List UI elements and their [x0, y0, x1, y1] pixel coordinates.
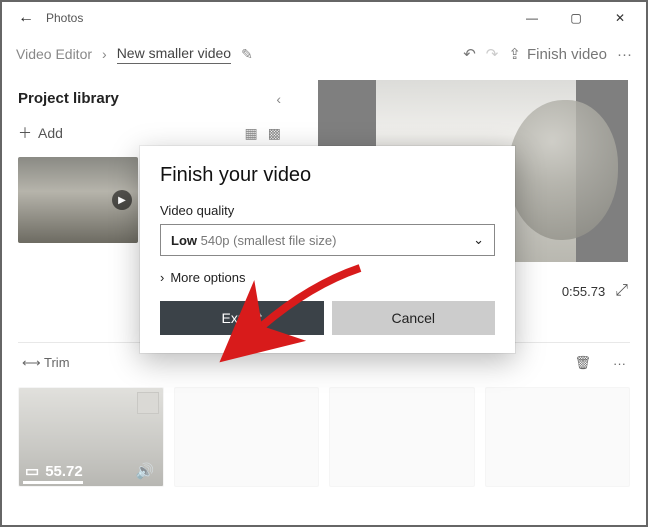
video-quality-value: Low 540p (smallest file size) — [171, 233, 336, 248]
cancel-button[interactable]: Cancel — [332, 301, 496, 335]
video-quality-label: Video quality — [160, 203, 495, 218]
chevron-right-icon: › — [160, 270, 164, 285]
export-button[interactable]: Export — [160, 301, 324, 335]
video-quality-select[interactable]: Low 540p (smallest file size) ⌄ — [160, 224, 495, 256]
more-options-label: More options — [170, 270, 245, 285]
dialog-title: Finish your video — [160, 164, 495, 187]
finish-video-dialog: Finish your video Video quality Low 540p… — [140, 146, 515, 353]
chevron-down-icon: ⌄ — [473, 232, 484, 248]
more-options-toggle[interactable]: › More options — [160, 270, 495, 285]
